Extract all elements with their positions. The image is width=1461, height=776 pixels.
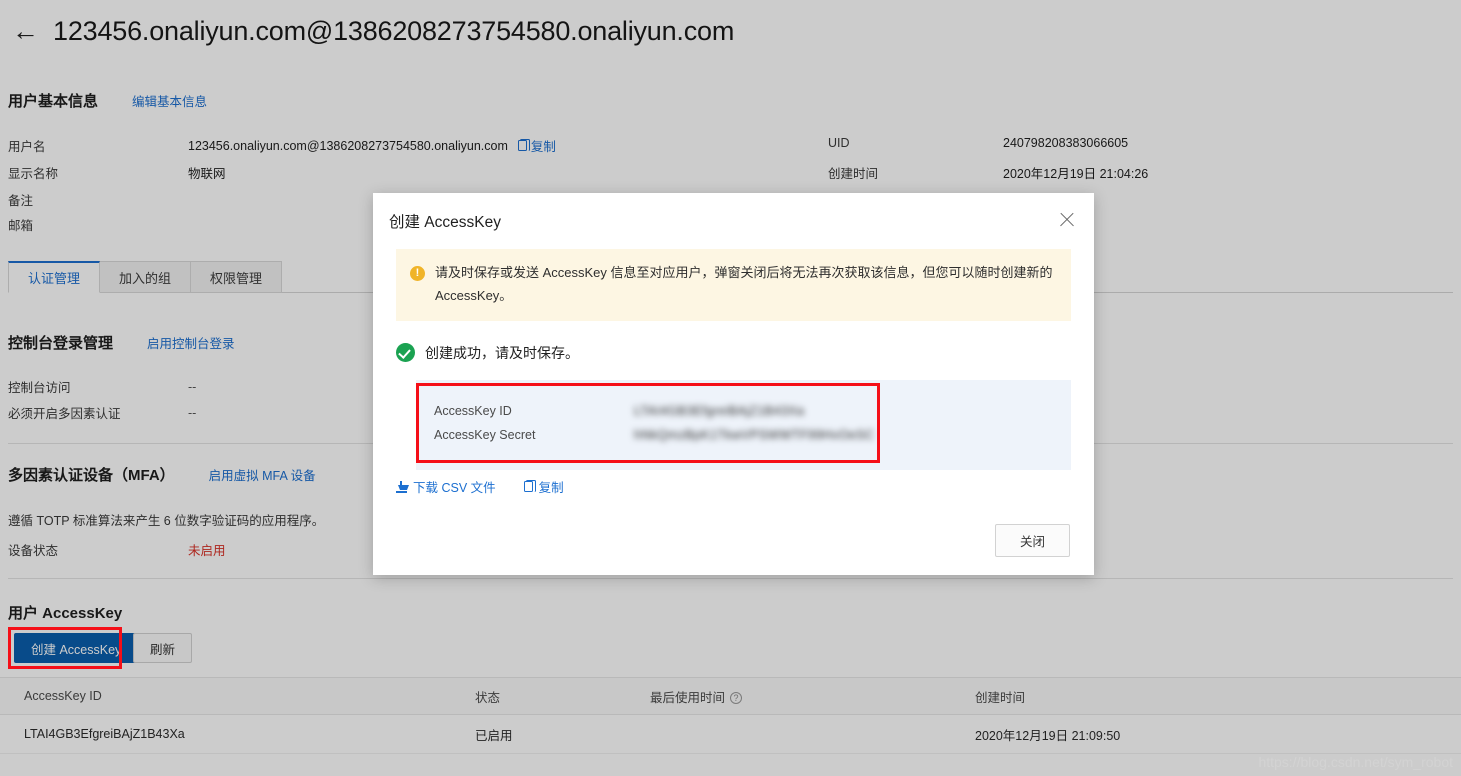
watermark: https://blog.csdn.net/sym_robot bbox=[1258, 754, 1453, 770]
success-message-text: 创建成功，请及时保存。 bbox=[425, 344, 579, 361]
warning-banner: ! 请及时保存或发送 AccessKey 信息至对应用户，弹窗关闭后将无法再次获… bbox=[396, 249, 1071, 321]
close-button[interactable]: 关闭 bbox=[994, 524, 1070, 557]
copy-credentials-link[interactable]: 复制 bbox=[523, 477, 564, 496]
credential-value-accesskey-secret: hNkQmzBpK1TkwVPSWWTF99HvOeSC bbox=[634, 428, 875, 442]
close-button-label: 关闭 bbox=[1019, 535, 1045, 549]
close-icon[interactable] bbox=[1056, 209, 1078, 231]
credential-value-accesskey-id: LTAI4GB3EfgreiBAjZ1B43Xa bbox=[634, 404, 805, 418]
credentials-panel: AccessKey ID LTAI4GB3EfgreiBAjZ1B43Xa Ac… bbox=[416, 380, 1071, 470]
credential-row-secret: AccessKey Secret hNkQmzBpK1TkwVPSWWTF99H… bbox=[434, 428, 874, 442]
dialog-links: 下载 CSV 文件 复制 bbox=[396, 477, 564, 496]
success-message: 创建成功，请及时保存。 bbox=[396, 343, 1094, 363]
download-csv-link[interactable]: 下载 CSV 文件 bbox=[396, 477, 496, 496]
dialog-footer: 关闭 bbox=[994, 524, 1070, 557]
credential-label-accesskey-id: AccessKey ID bbox=[434, 404, 512, 418]
dialog-header: 创建 AccessKey bbox=[373, 193, 1094, 249]
credential-label-accesskey-secret: AccessKey Secret bbox=[434, 428, 536, 442]
download-csv-label: 下载 CSV 文件 bbox=[413, 481, 496, 495]
create-accesskey-dialog: 创建 AccessKey ! 请及时保存或发送 AccessKey 信息至对应用… bbox=[373, 193, 1094, 575]
credential-row-id: AccessKey ID LTAI4GB3EfgreiBAjZ1B43Xa bbox=[434, 404, 804, 418]
download-icon bbox=[396, 480, 409, 493]
warning-banner-text: 请及时保存或发送 AccessKey 信息至对应用户，弹窗关闭后将无法再次获取该… bbox=[435, 265, 1053, 303]
copy-credentials-label: 复制 bbox=[538, 481, 564, 495]
dialog-title: 创建 AccessKey bbox=[389, 214, 501, 231]
copy-icon bbox=[523, 479, 536, 492]
success-check-icon bbox=[396, 343, 415, 362]
warning-icon: ! bbox=[410, 266, 425, 281]
